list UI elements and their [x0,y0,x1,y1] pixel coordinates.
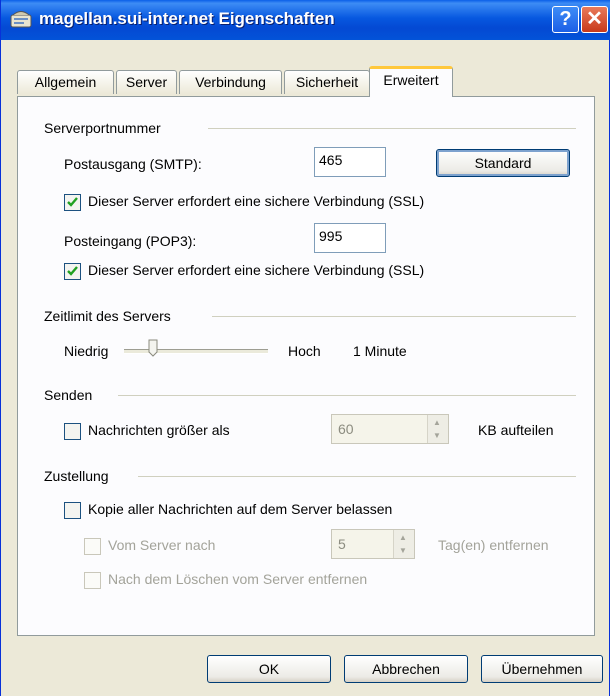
timeout-value: 1 Minute [353,343,407,359]
close-button[interactable]: ✕ [581,6,608,33]
cancel-button[interactable]: Abbrechen [344,655,468,683]
split-size-spinner: 60 ▲ ▼ [331,414,449,444]
remove-after-label: Vom Server nach [108,537,216,553]
apply-button[interactable]: Übernehmen [481,655,603,683]
split-size-unit: KB aufteilen [478,422,554,438]
checkmark-icon [67,197,78,207]
tab-server[interactable]: Server [116,70,177,94]
keep-copy-checkbox[interactable] [64,502,81,519]
remove-after-unit: Tag(en) entfernen [438,537,549,553]
smtp-port-input[interactable]: 465 [314,147,386,177]
remove-after-checkbox [84,538,101,555]
divider [138,476,576,477]
spin-up-icon: ▲ [399,533,407,542]
serverport-heading: Serverportnummer [44,120,161,136]
help-button[interactable]: ? [552,6,579,33]
spin-down-icon: ▼ [433,431,441,440]
spin-down-icon: ▼ [399,546,407,555]
smtp-ssl-label[interactable]: Dieser Server erfordert eine sichere Ver… [88,193,424,209]
ok-button[interactable]: OK [207,655,331,683]
remove-after-spinner: 5 ▲ ▼ [331,529,415,559]
spinner-arrows: ▲ ▼ [427,415,448,443]
checkmark-icon [67,266,78,276]
remove-on-delete-checkbox [84,572,101,589]
split-size-value: 60 [338,421,354,437]
tab-verbindung[interactable]: Verbindung [179,70,282,94]
standard-button[interactable]: Standard [436,149,570,177]
tab-allgemein[interactable]: Allgemein [17,70,114,94]
smtp-label: Postausgang (SMTP): [64,156,202,172]
divider [212,316,576,317]
window-title: magellan.sui-inter.net Eigenschaften [39,9,335,28]
pop3-ssl-checkbox[interactable] [64,263,81,280]
pop3-label: Posteingang (POP3): [64,233,197,249]
divider [208,128,576,129]
tab-erweitert[interactable]: Erweitert [369,66,453,97]
split-messages-label[interactable]: Nachrichten größer als [88,422,230,438]
remove-on-delete-label: Nach dem Löschen vom Server entfernen [108,571,368,587]
timeout-slider-track[interactable] [124,349,268,354]
divider [118,395,576,396]
pop3-ssl-label[interactable]: Dieser Server erfordert eine sichere Ver… [88,262,424,278]
remove-after-value: 5 [338,536,346,552]
zustellung-heading: Zustellung [44,468,109,484]
title-bar[interactable]: magellan.sui-inter.net Eigenschaften ? ✕ [1,0,610,40]
properties-dialog: magellan.sui-inter.net Eigenschaften ? ✕… [0,0,610,696]
mail-server-icon [10,11,32,28]
tab-panel-erweitert: Serverportnummer Postausgang (SMTP): 465… [17,96,595,636]
senden-heading: Senden [44,387,93,403]
spinner-arrows: ▲ ▼ [393,530,414,558]
spin-up-icon: ▲ [433,418,441,427]
tab-sicherheit[interactable]: Sicherheit [284,70,370,94]
timeout-low-label: Niedrig [64,343,109,359]
timeout-high-label: Hoch [288,343,321,359]
smtp-ssl-checkbox[interactable] [64,194,81,211]
keep-copy-label[interactable]: Kopie aller Nachrichten auf dem Server b… [88,501,392,517]
timeout-heading: Zeitlimit des Servers [44,308,171,324]
pop3-port-input[interactable]: 995 [314,223,386,253]
timeout-slider-thumb[interactable] [148,339,158,357]
split-messages-checkbox[interactable] [64,423,81,440]
